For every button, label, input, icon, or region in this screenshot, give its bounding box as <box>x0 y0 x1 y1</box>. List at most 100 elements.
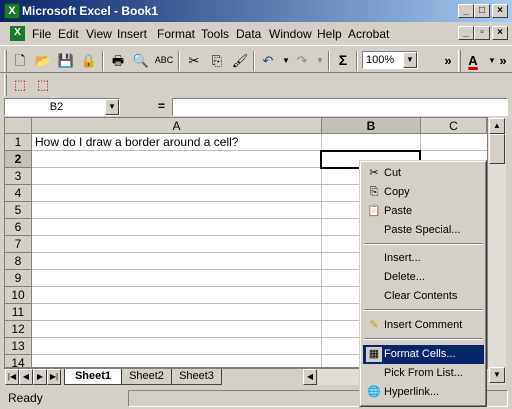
format-painter-icon[interactable]: 🖌 <box>230 51 250 71</box>
print-preview-icon[interactable]: 🔍 <box>131 51 151 71</box>
row-header-13[interactable]: 13 <box>5 338 32 355</box>
context-menu-insert-comment[interactable]: ✎ Insert Comment <box>363 316 484 335</box>
context-menu-delete[interactable]: Delete... <box>363 268 484 287</box>
menu-tools[interactable]: Tools <box>201 27 229 41</box>
convert-and-email-pdf-icon[interactable]: ⬚ <box>33 75 53 95</box>
menu-data[interactable]: Data <box>236 27 261 41</box>
row-header-8[interactable]: 8 <box>5 253 32 270</box>
scroll-up-icon[interactable]: ▲ <box>489 118 505 134</box>
formula-equals[interactable]: = <box>158 99 165 113</box>
context-menu-hyperlink[interactable]: 🌐 Hyperlink... <box>363 383 484 402</box>
redo-dropdown-icon[interactable]: ▼ <box>310 51 330 71</box>
menu-acrobat[interactable]: Acrobat <box>348 27 389 41</box>
formula-bar: B2 ▼ = <box>0 97 512 117</box>
horizontal-scrollbar[interactable] <box>318 369 362 385</box>
context-menu-cut[interactable]: ✂ Cut <box>363 164 484 183</box>
menu-window[interactable]: Window <box>269 27 312 41</box>
cut-icon[interactable]: ✂ <box>184 51 204 71</box>
name-box[interactable]: B2 ▼ <box>4 98 120 116</box>
workbook-icon[interactable]: X <box>10 26 25 41</box>
row-header-7[interactable]: 7 <box>5 236 32 253</box>
menu-view[interactable]: View <box>86 27 112 41</box>
open-icon[interactable]: 📂 <box>33 51 53 71</box>
tab-sheet2[interactable]: Sheet2 <box>122 369 172 385</box>
undo-icon[interactable]: ↶ <box>258 51 278 71</box>
convert-to-pdf-icon[interactable]: ⬚ <box>10 75 30 95</box>
permission-icon[interactable]: 🔒 <box>79 51 99 71</box>
excel-app-icon[interactable]: X <box>4 3 20 19</box>
menu-file[interactable]: File <box>32 27 51 41</box>
save-icon[interactable]: 💾 <box>56 51 76 71</box>
doc-close-button[interactable]: × <box>492 26 508 40</box>
maximize-button[interactable]: □ <box>474 4 490 18</box>
toolbar-grip[interactable] <box>458 50 461 72</box>
context-menu-paste-special-label: Paste Special... <box>384 224 461 236</box>
row-header-9[interactable]: 9 <box>5 270 32 287</box>
context-menu-format-cells[interactable]: ▦ Format Cells... <box>363 345 484 364</box>
autosum-icon[interactable]: Σ <box>333 51 353 71</box>
vertical-scrollbar[interactable]: ▲ ▼ <box>488 117 506 385</box>
row-header-4[interactable]: 4 <box>5 185 32 202</box>
separator <box>178 51 180 71</box>
paste-icon: 📋 <box>367 205 381 217</box>
row-header-2[interactable]: 2 <box>5 151 32 168</box>
menu-help[interactable]: Help <box>317 27 342 41</box>
doc-restore-button[interactable]: ▫ <box>474 26 490 40</box>
redo-icon[interactable]: ↷ <box>292 51 312 71</box>
doc-minimize-button[interactable]: _ <box>458 26 474 40</box>
font-color-icon[interactable]: A <box>463 51 483 71</box>
first-sheet-icon[interactable]: |◀ <box>5 369 19 385</box>
row-header-10[interactable]: 10 <box>5 287 32 304</box>
column-header-c[interactable]: C <box>421 118 487 134</box>
column-header-b[interactable]: B <box>322 118 421 134</box>
menu-insert[interactable]: Insert <box>117 27 147 41</box>
select-all-corner[interactable] <box>5 118 32 134</box>
column-header-a[interactable]: A <box>32 118 322 134</box>
last-sheet-icon[interactable]: ▶| <box>47 369 61 385</box>
row-header-14[interactable]: 14 <box>5 355 32 367</box>
zoom-select[interactable]: 100% ▼ <box>362 51 418 69</box>
row-header-11[interactable]: 11 <box>5 304 32 321</box>
minimize-button[interactable]: _ <box>458 4 474 18</box>
context-menu-hyperlink-label: Hyperlink... <box>384 386 440 398</box>
row-header-3[interactable]: 3 <box>5 168 32 185</box>
context-menu-delete-label: Delete... <box>384 271 425 283</box>
context-menu-paste[interactable]: 📋 Paste <box>363 202 484 221</box>
context-menu-paste-special[interactable]: Paste Special... <box>363 221 484 240</box>
toolbar-options-icon[interactable]: » <box>438 51 458 71</box>
chevron-down-icon[interactable]: ▼ <box>105 99 119 115</box>
cell-context-menu: ✂ Cut ⎘ Copy 📋 Paste Paste Special... In… <box>359 160 487 407</box>
row-header-6[interactable]: 6 <box>5 219 32 236</box>
next-sheet-icon[interactable]: ▶ <box>33 369 47 385</box>
toolbar-options-icon[interactable]: » <box>496 51 510 71</box>
format-cells-icon: ▦ <box>366 347 382 362</box>
context-menu-pick-from-list[interactable]: Pick From List... <box>363 364 484 383</box>
context-menu-copy[interactable]: ⎘ Copy <box>363 183 484 202</box>
chevron-down-icon[interactable]: ▼ <box>403 52 417 68</box>
menu-edit[interactable]: Edit <box>58 27 79 41</box>
prev-sheet-icon[interactable]: ◀ <box>19 369 33 385</box>
tab-sheet3[interactable]: Sheet3 <box>172 369 222 385</box>
toolbar-grip[interactable] <box>4 50 7 72</box>
gridline <box>321 134 322 367</box>
print-icon[interactable]: 🖶 <box>108 51 128 71</box>
close-button[interactable]: × <box>492 4 508 18</box>
context-menu-pick-from-list-label: Pick From List... <box>384 367 463 379</box>
new-icon[interactable]: 🗋 <box>10 51 30 71</box>
row-header-1[interactable]: 1 <box>5 134 32 151</box>
scroll-thumb[interactable] <box>489 134 505 164</box>
spelling-icon[interactable]: ABC <box>154 51 174 71</box>
scroll-left-icon[interactable]: ◀ <box>303 369 317 385</box>
scroll-down-icon[interactable]: ▼ <box>489 367 505 383</box>
toolbar-grip[interactable] <box>4 74 7 96</box>
cell-a1[interactable]: How do I draw a border around a cell? <box>35 135 238 149</box>
row-header-5[interactable]: 5 <box>5 202 32 219</box>
copy-icon[interactable]: ⎘ <box>207 51 227 71</box>
context-menu-insert-comment-label: Insert Comment <box>384 319 463 331</box>
row-header-12[interactable]: 12 <box>5 321 32 338</box>
context-menu-clear-contents[interactable]: Clear Contents <box>363 287 484 306</box>
formula-input[interactable] <box>172 98 508 116</box>
menu-format[interactable]: Format <box>157 27 195 41</box>
context-menu-insert[interactable]: Insert... <box>363 249 484 268</box>
tab-sheet1[interactable]: Sheet1 <box>64 369 122 385</box>
